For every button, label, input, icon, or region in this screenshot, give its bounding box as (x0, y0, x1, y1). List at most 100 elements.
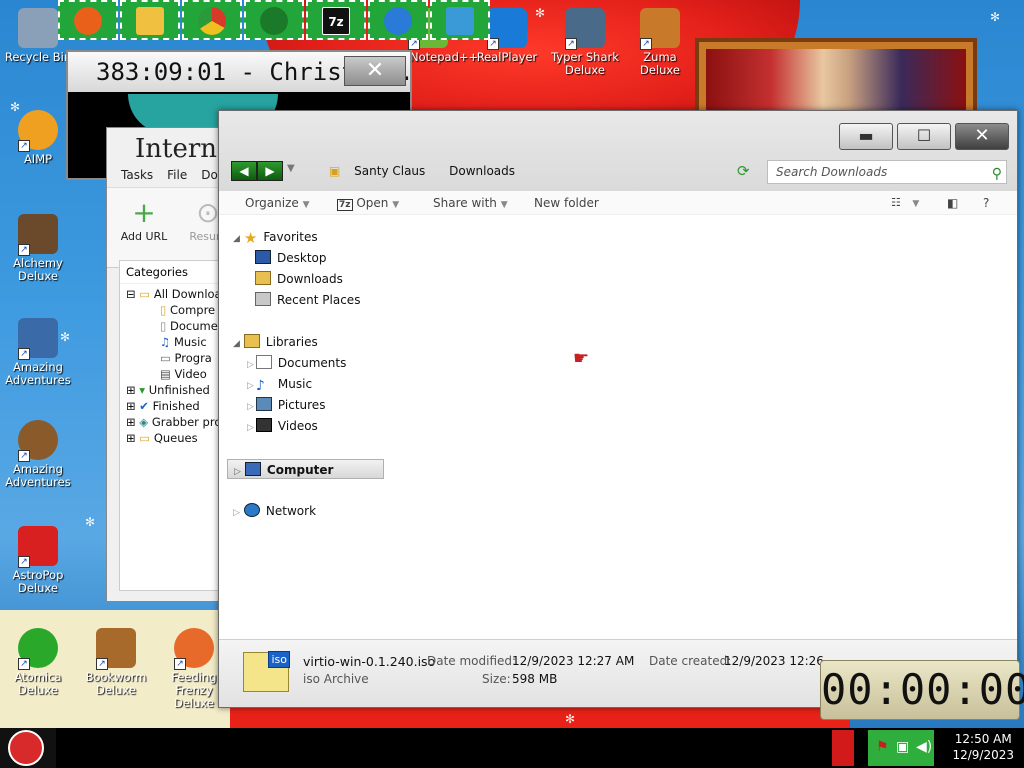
preview-pane-icon[interactable]: ◧ (947, 191, 958, 215)
organize-button[interactable]: Organize ▼ (245, 191, 310, 217)
idm-title: Interne (135, 134, 225, 164)
nav-documents[interactable]: ▷ Documents (247, 353, 346, 373)
minimize-button[interactable]: ▬ (839, 123, 893, 150)
tray-network-icon[interactable]: ▣ (896, 739, 909, 755)
desktop-icon-amazing-adventures-2[interactable]: ↗ Amazing Adventures (0, 420, 76, 489)
tree-item-all-downloads[interactable]: ⊟ ▭ All Downloa (120, 286, 224, 302)
tree-item-label: Docume (170, 319, 218, 333)
desktop-icon-amazing-adventures-1[interactable]: ↗ Amazing Adventures (0, 318, 76, 387)
breadcrumb-downloads[interactable]: Downloads (449, 164, 515, 178)
refresh-icon[interactable]: ⟳ (737, 162, 750, 180)
amazing-adventures-icon: ↗ (18, 318, 58, 360)
taskbar-christmas-tree[interactable] (244, 0, 304, 40)
stopwatch-widget[interactable]: 00:00:00 (820, 660, 1024, 720)
details-date-modified: 12/9/2023 12:27 AM (512, 654, 635, 668)
countdown-close-button[interactable]: ✕ (344, 56, 406, 86)
tree-item-video[interactable]: ▤ Video (120, 366, 224, 382)
desktop-icon-zuma[interactable]: ↗ Zuma Deluxe (622, 8, 698, 77)
search-icon[interactable]: ⚲ (992, 163, 1002, 185)
idm-toolbar: + Add URL ⊙ Resum (107, 188, 227, 268)
view-options-icon[interactable]: ☷ ▼ (891, 191, 919, 216)
idm-menu-tasks[interactable]: Tasks (121, 168, 153, 182)
search-box[interactable]: Search Downloads ⚲ (767, 160, 1007, 184)
idm-window[interactable]: Interne TasksFileDow + Add URL ⊙ Resum C… (106, 127, 227, 602)
nav-pictures[interactable]: ▷ Pictures (247, 395, 325, 415)
taskbar-file-explorer[interactable] (120, 0, 180, 40)
nav-label: Pictures (277, 398, 326, 412)
tray-green-segment: ⚑ ▣ ◀) (868, 730, 934, 766)
idm-add-url-button[interactable]: + Add URL (119, 196, 169, 243)
desktop-icon-typer-shark[interactable]: ↗ Typer Shark Deluxe (547, 8, 623, 77)
documents-icon (255, 355, 272, 369)
snowflake-icon: ✻ (990, 10, 1001, 24)
tree-item-label: Compre (170, 303, 216, 317)
explorer-window[interactable]: ▬ ☐ ✕ ◀ ▶ ▼ ▣ Santy Claus Downloads ▼ ⟳ … (218, 110, 1018, 708)
address-bar[interactable]: ▣ Santy Claus Downloads ▼ (329, 158, 777, 184)
details-date-modified-label: Date modified: (427, 654, 517, 668)
nav-computer[interactable]: ▷ Computer (227, 459, 384, 479)
recent-pages-dropdown-icon[interactable]: ▼ (287, 163, 295, 174)
desktop-icon-astropop[interactable]: ↗ AstroPop Deluxe (0, 526, 76, 595)
nav-music[interactable]: ▷ ♪ Music (247, 374, 312, 394)
taskbar-idm[interactable] (368, 0, 428, 40)
desktop-icon-atomica[interactable]: ↗ Atomica Deluxe (0, 628, 76, 697)
navigation-pane: ◢ ★ Favorites Desktop Downloads Recent Pla… (219, 223, 409, 643)
tray-flag-icon[interactable]: ⚑ (876, 739, 889, 755)
desktop-icon-bookworm[interactable]: ↗ Bookworm Deluxe (78, 628, 154, 697)
desktop-icon (255, 250, 271, 264)
nav-libraries[interactable]: ◢ Libraries (233, 332, 318, 352)
taskbar-app[interactable] (430, 0, 490, 40)
tree-item-label: Music (173, 335, 207, 349)
tree-item-queues[interactable]: ⊞ ▭ Queues (120, 430, 224, 446)
open-label: Open (356, 196, 389, 210)
network-icon (243, 503, 260, 517)
archive-icon: ▯ (160, 303, 167, 317)
forward-button[interactable]: ▶ (257, 161, 283, 181)
nav-recent-places[interactable]: Recent Places (255, 290, 360, 310)
start-button[interactable] (0, 728, 56, 768)
tree-item-programs[interactable]: ▭ Progra (120, 350, 224, 366)
taskbar-clock[interactable]: 12:50 AM 12/9/2023 (952, 731, 1014, 763)
desktop-icon-alchemy[interactable]: ↗ Alchemy Deluxe (0, 214, 76, 283)
desktop-icon-label: Amazing Adventures (5, 360, 71, 387)
tree-item-unfinished[interactable]: ⊞ ▾ Unfinished (120, 382, 224, 398)
maximize-button[interactable]: ☐ (897, 123, 951, 150)
internet-download-manager-icon (384, 7, 412, 35)
tree-item-label: Progra (174, 351, 212, 365)
help-icon[interactable]: ? (983, 191, 989, 215)
desktop-icon-aimp[interactable]: ↗ AIMP (0, 110, 76, 166)
desktop-icon-label: Atomica Deluxe (14, 670, 62, 697)
tree-item-compressed[interactable]: ▯ Compre (120, 302, 224, 318)
desktop-icon-label: Typer Shark Deluxe (551, 50, 619, 77)
open-button[interactable]: 7z Open ▼ (337, 191, 399, 217)
recycle-bin-icon (18, 8, 58, 48)
tree-item-grabber-projects[interactable]: ⊞ ◈ Grabber pro (120, 414, 224, 430)
command-bar: Organize ▼ 7z Open ▼ Share with ▼ New fo… (219, 191, 1017, 215)
close-button[interactable]: ✕ (955, 123, 1009, 150)
bookworm-icon: ↗ (96, 628, 136, 670)
app-icon (446, 7, 474, 35)
taskbar-chrome[interactable] (182, 0, 242, 40)
downloads-folder-icon (255, 271, 271, 285)
details-size: 598 MB (512, 672, 558, 686)
desktop-icon-label: Amazing Adventures (5, 462, 71, 489)
taskbar-firefox[interactable] (58, 0, 118, 40)
breadcrumb-santy-claus[interactable]: Santy Claus (354, 164, 425, 178)
share-with-button[interactable]: Share with ▼ (433, 191, 508, 217)
tray-volume-icon[interactable]: ◀) (916, 739, 932, 755)
tree-item-music[interactable]: ♫ Music (120, 334, 224, 350)
back-button[interactable]: ◀ (231, 161, 257, 181)
nav-network[interactable]: ▷ Network (233, 501, 316, 521)
tree-item-finished[interactable]: ⊞ ✔ Finished (120, 398, 224, 414)
new-folder-button[interactable]: New folder (534, 191, 599, 215)
nav-label: Videos (277, 419, 318, 433)
checkmark-icon: ✔ (139, 399, 149, 413)
details-date-created: 12/9/2023 12:26 (724, 654, 824, 668)
nav-desktop[interactable]: Desktop (255, 248, 327, 268)
nav-favorites[interactable]: ◢ ★ Favorites (233, 227, 318, 247)
idm-menu-file[interactable]: File (167, 168, 187, 182)
nav-downloads[interactable]: Downloads (255, 269, 343, 289)
nav-videos[interactable]: ▷ Videos (247, 416, 318, 436)
taskbar-7zip[interactable]: 7z (306, 0, 366, 40)
tree-item-documents[interactable]: ▯ Docume (120, 318, 224, 334)
